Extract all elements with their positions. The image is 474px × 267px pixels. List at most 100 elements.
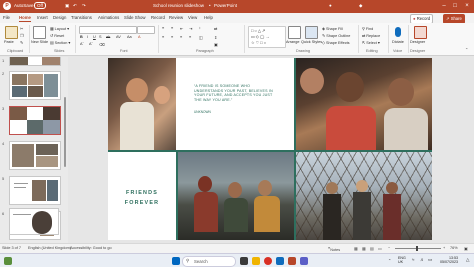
- numbering-icon[interactable]: ≡: [171, 26, 173, 30]
- grow-font-icon[interactable]: Aˆ: [80, 42, 84, 46]
- diamond-icon[interactable]: ◆: [359, 3, 362, 9]
- tab-file[interactable]: File: [3, 15, 10, 20]
- paste-icon[interactable]: [5, 26, 18, 39]
- clear-formatting-icon[interactable]: ⌫: [99, 42, 104, 47]
- select-button[interactable]: ⇱ Select ▾: [362, 40, 380, 45]
- change-case-icon[interactable]: Aa: [127, 35, 132, 39]
- arrange-label[interactable]: Arrange: [286, 40, 300, 44]
- chrome-icon[interactable]: [264, 257, 272, 265]
- microphone-icon[interactable]: [395, 27, 401, 37]
- task-view-icon[interactable]: [240, 257, 248, 265]
- tab-record[interactable]: Record: [151, 15, 165, 20]
- slide-sorter-icon[interactable]: ▦: [362, 246, 366, 251]
- char-spacing-icon[interactable]: AV: [116, 35, 121, 39]
- italic-icon[interactable]: I: [87, 35, 88, 39]
- save-icon[interactable]: ▣: [65, 3, 69, 9]
- slide-thumbnail-2[interactable]: [9, 71, 61, 100]
- input-language[interactable]: ENG UK: [398, 256, 406, 264]
- dictate-label[interactable]: Dictate: [392, 40, 404, 44]
- find-button[interactable]: ⚲ Find: [362, 26, 373, 31]
- justify-icon[interactable]: ≡: [189, 35, 191, 39]
- zoom-out-icon[interactable]: −: [388, 246, 390, 250]
- shape-outline-button[interactable]: ✎ Shape Outline: [322, 33, 350, 38]
- slide-thumbnail-3[interactable]: [9, 106, 61, 135]
- autosave-label[interactable]: AutoSave: [14, 3, 34, 8]
- new-slide-label[interactable]: New Slide: [31, 40, 48, 44]
- shapes-gallery[interactable]: □○△↗ ▭◇◯→ ☆♡□○: [248, 26, 286, 48]
- zoom-slider[interactable]: [395, 248, 441, 249]
- zoom-level[interactable]: 76%: [450, 246, 458, 250]
- fit-slide-icon[interactable]: ▣: [464, 246, 468, 251]
- taskbar-search[interactable]: ⚲ Search: [182, 256, 236, 267]
- font-color-icon[interactable]: A: [138, 35, 141, 39]
- undo-icon[interactable]: ↶: [73, 3, 77, 9]
- line-spacing-icon[interactable]: ↕: [199, 26, 201, 30]
- close-button[interactable]: ×: [463, 1, 471, 11]
- smartart-icon[interactable]: ▣: [214, 42, 218, 47]
- zoom-slider-thumb[interactable]: [416, 246, 418, 251]
- photo-friends-laughing[interactable]: [296, 58, 432, 150]
- ribbon-collapse-icon[interactable]: ⌃: [465, 47, 468, 52]
- language-indicator[interactable]: English (United Kingdom): [28, 246, 71, 250]
- quick-styles-label[interactable]: Quick Styles: [301, 40, 322, 44]
- redo-icon[interactable]: ↷: [82, 3, 86, 9]
- slideshow-view-icon[interactable]: ▭: [378, 246, 382, 251]
- normal-view-icon[interactable]: ▦: [354, 246, 358, 251]
- account-icon[interactable]: ●: [329, 3, 332, 8]
- tab-help[interactable]: Help: [204, 15, 213, 20]
- section-button[interactable]: ▤ Section ▾: [50, 40, 70, 45]
- font-size-box[interactable]: [137, 26, 155, 34]
- tab-insert[interactable]: Insert: [37, 15, 48, 20]
- teams-icon[interactable]: [300, 257, 308, 265]
- battery-icon[interactable]: ▭: [428, 257, 432, 263]
- strikethrough-icon[interactable]: ab: [106, 35, 110, 39]
- edge-icon[interactable]: [276, 257, 284, 265]
- designer-icon[interactable]: [414, 26, 427, 39]
- format-painter-icon[interactable]: ✎: [20, 40, 23, 45]
- align-right-icon[interactable]: ≡: [180, 35, 182, 39]
- photo-friends-cafe[interactable]: [108, 58, 176, 150]
- reset-button[interactable]: ↺ Reset: [50, 33, 64, 38]
- slide-thumbnail-4[interactable]: [9, 141, 61, 170]
- zoom-in-icon[interactable]: +: [443, 246, 445, 250]
- maximize-button[interactable]: □: [451, 1, 459, 11]
- quick-styles-icon[interactable]: [305, 26, 318, 39]
- slide[interactable]: “A FRIEND IS SOMEONE WHO UNDERSTANDS YOU…: [108, 58, 432, 240]
- shape-fill-button[interactable]: ◈ Shape Fill: [322, 26, 343, 31]
- slide-thumbnail-1[interactable]: [9, 57, 61, 66]
- bold-icon[interactable]: B: [80, 35, 83, 39]
- slide-thumbnail-7-visible[interactable]: [9, 208, 59, 235]
- bullets-icon[interactable]: ≡: [162, 26, 164, 30]
- accessibility-status[interactable]: Accessibility: Good to go: [70, 246, 112, 250]
- align-text-icon[interactable]: ⇕: [214, 35, 217, 40]
- photo-friends-bridge[interactable]: [296, 152, 432, 240]
- powerpoint-taskbar-icon[interactable]: [288, 257, 296, 265]
- file-explorer-icon[interactable]: [252, 257, 260, 265]
- tab-design[interactable]: Design: [53, 15, 66, 20]
- tab-review[interactable]: Review: [169, 15, 183, 20]
- replace-button[interactable]: ⇄ Replace: [362, 33, 380, 38]
- minimize-button[interactable]: –: [440, 1, 448, 11]
- tab-view[interactable]: View: [188, 15, 197, 20]
- wifi-icon[interactable]: ≈: [412, 257, 414, 262]
- cut-icon[interactable]: ✂: [20, 26, 23, 31]
- tab-slide-show[interactable]: Slide Show: [124, 15, 146, 20]
- notification-icon[interactable]: △: [466, 257, 469, 263]
- layout-button[interactable]: ▦ Layout ▾: [50, 26, 69, 31]
- increase-indent-icon[interactable]: ⇥: [189, 26, 192, 31]
- autosave-toggle[interactable]: Off: [34, 2, 46, 9]
- columns-icon[interactable]: ◫: [199, 35, 203, 40]
- thumbnail-scrollbar[interactable]: [64, 97, 66, 167]
- shadow-icon[interactable]: S: [99, 35, 102, 39]
- arrange-icon[interactable]: [288, 26, 301, 39]
- tray-chevron-icon[interactable]: ⌃: [388, 258, 391, 263]
- clock[interactable]: 13:53 05/07/2023: [440, 256, 458, 264]
- reading-view-icon[interactable]: ▤: [370, 246, 374, 251]
- tab-home[interactable]: Home: [19, 15, 31, 22]
- new-slide-icon[interactable]: [33, 26, 46, 39]
- decrease-indent-icon[interactable]: ⇤: [180, 26, 183, 31]
- text-direction-icon[interactable]: ⇄: [214, 26, 217, 31]
- slide-thumbnail-5[interactable]: [9, 176, 61, 205]
- underline-icon[interactable]: U: [93, 35, 96, 39]
- font-name-box[interactable]: [79, 26, 137, 34]
